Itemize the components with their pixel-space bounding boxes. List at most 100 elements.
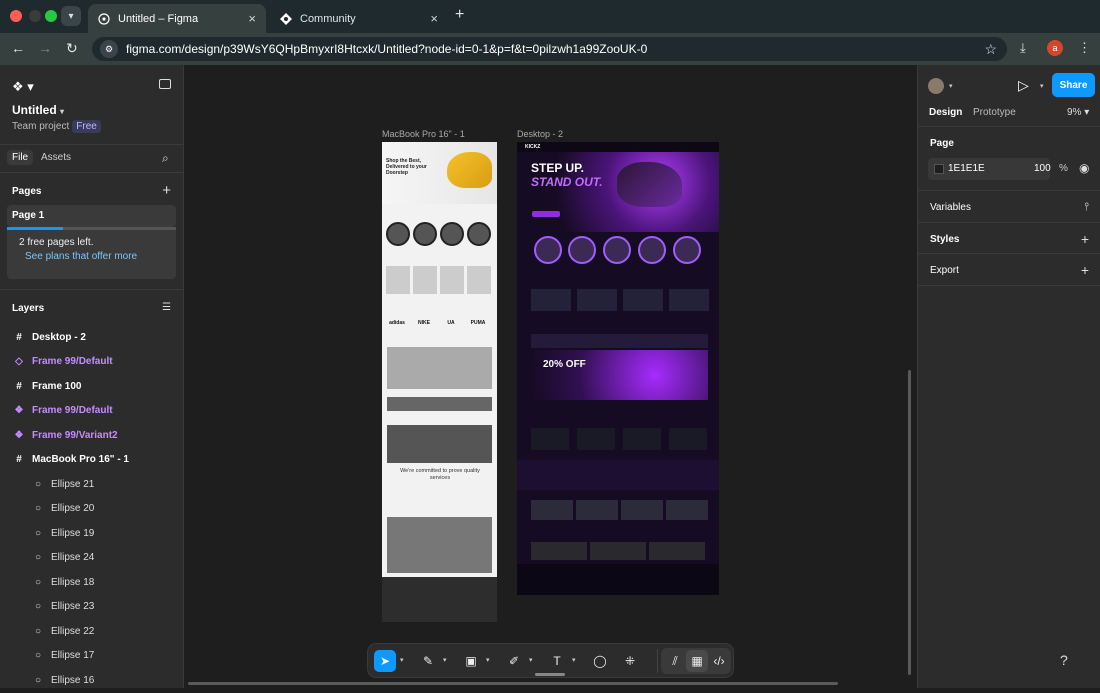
url-text: figma.com/design/p39WsY6QHpBmyxrI8Htcxk/… bbox=[126, 42, 648, 56]
tab-figma[interactable]: Untitled – Figma × bbox=[88, 4, 266, 33]
forward-arrow-icon[interactable]: → bbox=[38, 40, 52, 56]
layer-item[interactable]: # Desktop - 2 bbox=[0, 325, 183, 350]
layer-item[interactable]: ○ Ellipse 19 bbox=[0, 521, 183, 546]
ellipse-icon: ○ bbox=[34, 625, 42, 637]
product-image bbox=[531, 289, 571, 311]
tab-file[interactable]: File bbox=[7, 150, 34, 165]
close-icon[interactable]: × bbox=[248, 11, 256, 26]
actions-button[interactable]: ⁜ bbox=[619, 650, 641, 672]
image-tool-button[interactable]: ▣ bbox=[460, 650, 482, 672]
toggle-sidebar-icon[interactable] bbox=[159, 79, 171, 89]
add-style-icon[interactable]: + bbox=[1081, 231, 1089, 247]
download-icon[interactable]: ⤓ bbox=[1020, 40, 1026, 56]
present-play-icon[interactable]: ▷ bbox=[1018, 77, 1029, 94]
address-bar-row: ← → ↻ ⚙ figma.com/design/p39WsY6QHpBmyxr… bbox=[0, 33, 1100, 65]
product-image bbox=[577, 428, 615, 450]
shape-icon: ✐ bbox=[508, 654, 520, 668]
layer-item[interactable]: ○ Ellipse 20 bbox=[0, 497, 183, 522]
page-color-field[interactable]: 1E1E1E bbox=[928, 158, 1050, 180]
tab-community[interactable]: Community × bbox=[270, 4, 448, 33]
plan-badge: Free bbox=[72, 120, 101, 133]
color-swatch[interactable] bbox=[934, 164, 944, 174]
variables-settings-icon[interactable]: ⫯ bbox=[1084, 201, 1089, 214]
frame-macbook-pro[interactable]: Shop the Best, Delivered to your Doorste… bbox=[382, 142, 497, 622]
see-plans-link[interactable]: See plans that offer more bbox=[25, 251, 164, 262]
layer-item[interactable]: # Frame 100 bbox=[0, 374, 183, 399]
frame-desktop-2[interactable]: KICKZ STEP UP. STAND OUT. 20% OFF bbox=[517, 142, 719, 595]
free-pages-progress bbox=[7, 227, 63, 230]
page-item[interactable]: Page 1 bbox=[7, 205, 176, 227]
add-page-icon[interactable]: + bbox=[162, 182, 171, 199]
pen-icon: ✎ bbox=[422, 654, 434, 668]
back-arrow-icon[interactable]: ← bbox=[11, 40, 25, 56]
new-tab-button[interactable]: + bbox=[455, 6, 464, 24]
opacity-unit: % bbox=[1059, 163, 1068, 174]
category-image bbox=[568, 236, 596, 264]
brand-strip bbox=[531, 334, 708, 348]
profile-avatar[interactable]: a bbox=[1047, 40, 1063, 56]
site-settings-icon[interactable]: ⚙ bbox=[100, 40, 118, 58]
design-mode-button[interactable]: ▦ bbox=[686, 650, 708, 672]
share-button[interactable]: Share bbox=[1052, 73, 1095, 97]
hero-title: Shop the Best, Delivered to your Doorste… bbox=[386, 158, 427, 176]
comment-tool-button[interactable]: ◯ bbox=[589, 650, 611, 672]
frame-label[interactable]: Desktop - 2 bbox=[517, 129, 563, 139]
frame-label[interactable]: MacBook Pro 16" - 1 bbox=[382, 129, 465, 139]
page-opacity[interactable]: 100 bbox=[1034, 163, 1051, 174]
help-button[interactable]: ? bbox=[1060, 652, 1068, 668]
variables-heading: Variables bbox=[930, 202, 971, 213]
layer-item[interactable]: ○ Ellipse 23 bbox=[0, 595, 183, 620]
chevron-down-icon[interactable]: ▾ bbox=[443, 656, 447, 664]
search-icon[interactable]: ⌕ bbox=[162, 151, 169, 166]
page-color-hex[interactable]: 1E1E1E bbox=[948, 163, 985, 174]
layer-item[interactable]: ○ Ellipse 18 bbox=[0, 570, 183, 595]
banner-image bbox=[387, 347, 492, 389]
styles-heading: Styles bbox=[930, 234, 960, 245]
close-icon[interactable]: × bbox=[430, 11, 438, 26]
move-tool-button[interactable]: ➤ bbox=[374, 650, 396, 672]
eye-icon[interactable]: ◉ bbox=[1079, 161, 1089, 175]
ellipse-icon: ○ bbox=[34, 674, 42, 686]
collapse-layers-icon[interactable]: ☰ bbox=[162, 302, 171, 313]
layer-item[interactable]: ○ Ellipse 16 bbox=[0, 668, 183, 693]
layer-item[interactable]: ○ Ellipse 22 bbox=[0, 619, 183, 644]
draw-mode-button[interactable]: ⫽ bbox=[664, 650, 686, 672]
chevron-down-icon[interactable]: ▾ bbox=[486, 656, 490, 664]
chevron-down-icon[interactable]: ▾ bbox=[572, 656, 576, 664]
chevron-down-icon[interactable]: ▾ bbox=[949, 82, 953, 90]
text-tool-button[interactable]: T bbox=[546, 650, 568, 672]
pen-tool-button[interactable]: ✎ bbox=[417, 650, 439, 672]
product-image bbox=[669, 289, 709, 311]
layer-item[interactable]: ○ Ellipse 24 bbox=[0, 546, 183, 571]
tab-assets[interactable]: Assets bbox=[41, 152, 71, 163]
dev-mode-button[interactable]: ‹/› bbox=[708, 650, 730, 672]
bookmark-star-icon[interactable]: ☆ bbox=[984, 41, 997, 58]
shape-tool-button[interactable]: ✐ bbox=[503, 650, 525, 672]
horizontal-scrollbar[interactable] bbox=[188, 682, 838, 685]
figma-menu-icon[interactable]: ❖ ▾ bbox=[12, 79, 34, 95]
chevron-down-icon[interactable]: ▾ bbox=[529, 656, 533, 664]
tab-prototype[interactable]: Prototype bbox=[973, 107, 1016, 118]
layer-item[interactable]: ❖ Frame 99/Variant2 bbox=[0, 423, 183, 448]
add-export-icon[interactable]: + bbox=[1081, 262, 1089, 278]
close-window-button[interactable] bbox=[10, 10, 22, 22]
user-avatar[interactable] bbox=[928, 78, 944, 94]
zoom-dropdown[interactable]: 9% ▾ bbox=[1067, 107, 1089, 118]
layer-item[interactable]: # MacBook Pro 16" - 1 bbox=[0, 448, 183, 473]
menu-kebab-icon[interactable]: ⋮ bbox=[1078, 40, 1091, 56]
tab-search-button[interactable]: ▾ bbox=[61, 6, 81, 26]
minimize-window-button[interactable] bbox=[29, 10, 41, 22]
layer-item[interactable]: ❖ Frame 99/Default bbox=[0, 399, 183, 424]
layer-item[interactable]: ○ Ellipse 17 bbox=[0, 644, 183, 669]
layer-item[interactable]: ◇ Frame 99/Default bbox=[0, 350, 183, 375]
layer-item[interactable]: ○ Ellipse 21 bbox=[0, 472, 183, 497]
tab-design[interactable]: Design bbox=[929, 107, 962, 118]
chevron-down-icon[interactable]: ▾ bbox=[1040, 82, 1044, 90]
file-name[interactable]: Untitled ▾ bbox=[12, 103, 64, 117]
url-field[interactable]: ⚙ figma.com/design/p39WsY6QHpBmyxrI8Htcx… bbox=[92, 37, 1007, 61]
reload-icon[interactable]: ↻ bbox=[66, 40, 78, 57]
zoom-window-button[interactable] bbox=[45, 10, 57, 22]
canvas[interactable]: MacBook Pro 16" - 1 Desktop - 2 Shop the… bbox=[185, 65, 916, 688]
vertical-scrollbar[interactable] bbox=[908, 370, 911, 675]
chevron-down-icon[interactable]: ▾ bbox=[400, 656, 404, 664]
